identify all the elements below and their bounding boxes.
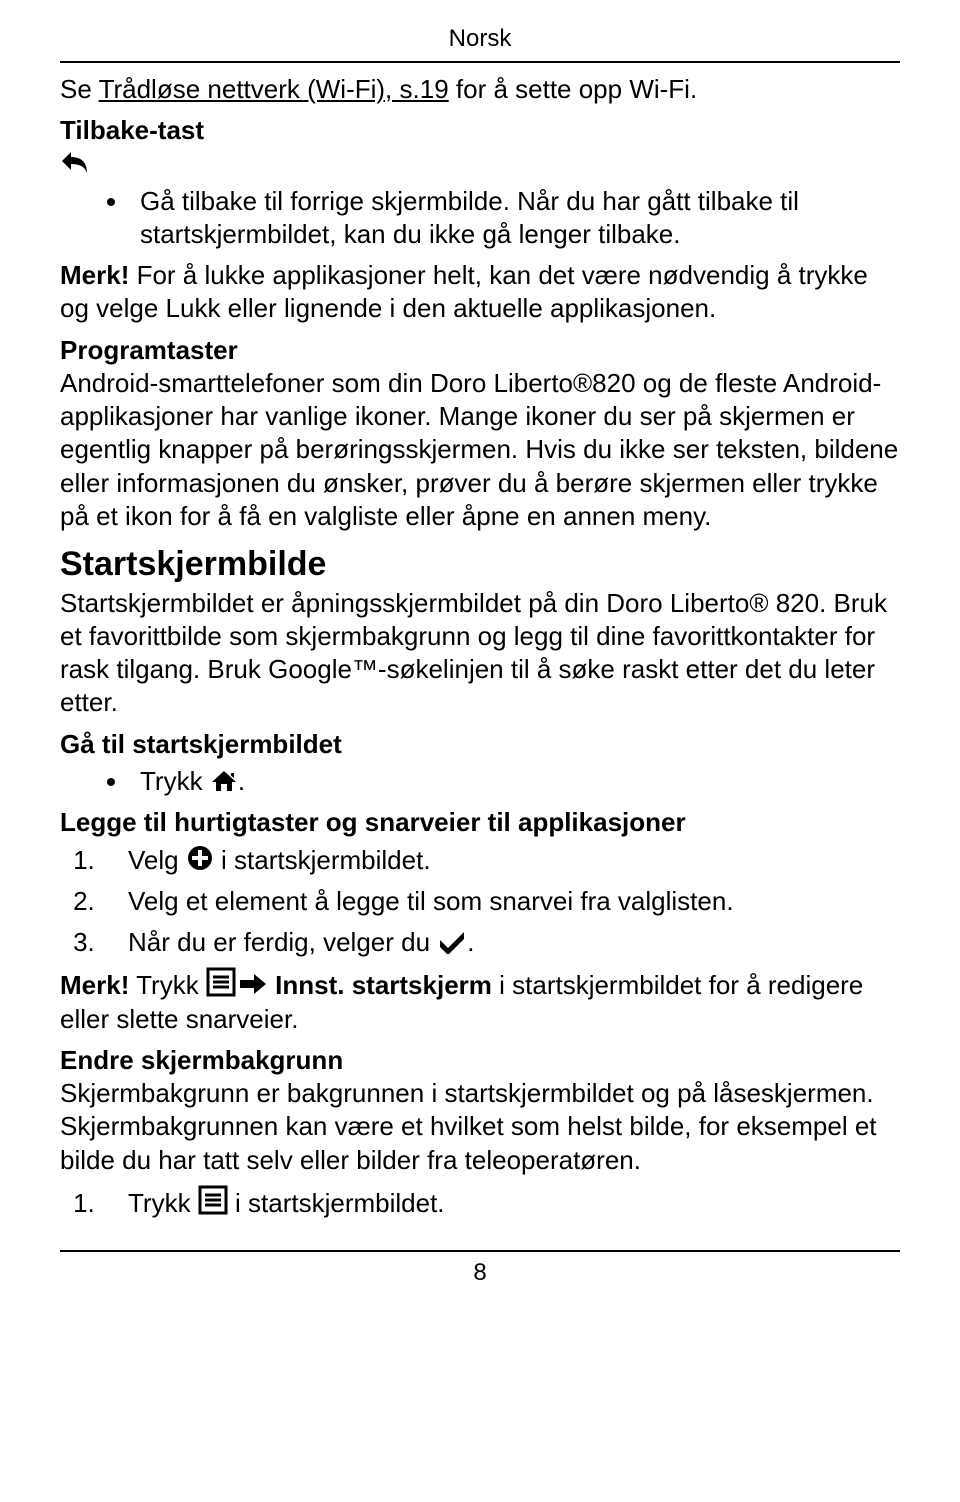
legge-til-item-1: Velg i startskjermbildet. <box>102 844 900 877</box>
gaa-til-bullet-item: Trykk . <box>130 765 900 798</box>
back-arrow-icon <box>60 149 90 175</box>
legge-til-heading: Legge til hurtigtaster og snarveier til … <box>60 806 900 839</box>
startskjermbilde-body: Startskjermbildet er åpningsskjermbildet… <box>60 587 900 720</box>
intro-suffix: for å sette opp Wi-Fi. <box>449 74 698 104</box>
legge-til-list: Velg i startskjermbildet. Velg et elemen… <box>60 844 900 960</box>
intro-link[interactable]: Trådløse nettverk (Wi-Fi), s.19 <box>99 74 449 104</box>
endre-item1-suffix: i startskjermbildet. <box>228 1188 445 1218</box>
endre-body: Skjermbakgrunn er bakgrunnen i startskje… <box>60 1077 900 1177</box>
top-divider <box>60 61 900 63</box>
merk2-trykk: Trykk <box>129 970 206 1000</box>
startskjermbilde-heading: Startskjermbilde <box>60 543 900 587</box>
intro-paragraph: Se Trådløse nettverk (Wi-Fi), s.19 for å… <box>60 73 900 106</box>
menu-icon <box>198 1185 228 1215</box>
plus-circle-icon <box>186 844 214 872</box>
tilbake-bullet-item: Gå tilbake til forrige skjermbilde. Når … <box>130 185 900 252</box>
item3-prefix: Når du er ferdig, velger du <box>128 927 437 957</box>
note-body: For å lukke applikasjoner helt, kan det … <box>60 260 868 323</box>
endre-list: Trykk i startskjermbildet. <box>60 1185 900 1220</box>
trykk-suffix: . <box>238 766 245 796</box>
item1-prefix: Velg <box>128 845 186 875</box>
intro-prefix: Se <box>60 74 99 104</box>
language-header: Norsk <box>60 24 900 55</box>
merk2-innst: Innst. startskjerm <box>268 970 492 1000</box>
gaa-til-bullet-list: Trykk . <box>60 765 900 798</box>
endre-heading: Endre skjermbakgrunn <box>60 1044 900 1077</box>
trykk-prefix: Trykk <box>140 766 210 796</box>
legge-til-item-2: Velg et element å legge til som snarvei … <box>102 885 900 918</box>
note-label: Merk! <box>60 260 129 290</box>
item3-suffix: . <box>467 927 474 957</box>
endre-item1-prefix: Trykk <box>128 1188 198 1218</box>
programtaster-body: Android-smarttelefoner som din Doro Libe… <box>60 367 900 533</box>
home-icon <box>210 769 238 793</box>
merk2-label: Merk! <box>60 970 129 1000</box>
legge-til-item-3: Når du er ferdig, velger du . <box>102 926 900 959</box>
menu-icon <box>206 967 236 997</box>
tilbake-note: Merk! For å lukke applikasjoner helt, ka… <box>60 259 900 326</box>
bottom-divider <box>60 1250 900 1252</box>
merk2-paragraph: Merk! Trykk Innst. startskjerm i startsk… <box>60 967 900 1036</box>
tilbake-bullet-list: Gå tilbake til forrige skjermbilde. Når … <box>60 185 900 252</box>
item1-suffix: i startskjermbildet. <box>214 845 431 875</box>
arrow-right-icon <box>238 971 268 997</box>
page-number: 8 <box>60 1258 900 1289</box>
checkmark-icon <box>437 928 467 954</box>
gaa-til-heading: Gå til startskjermbildet <box>60 728 900 761</box>
tilbake-tast-heading: Tilbake-tast <box>60 114 900 147</box>
document-page: Norsk Se Trådløse nettverk (Wi-Fi), s.19… <box>0 0 960 1319</box>
programtaster-heading: Programtaster <box>60 334 900 367</box>
endre-item-1: Trykk i startskjermbildet. <box>102 1185 900 1220</box>
